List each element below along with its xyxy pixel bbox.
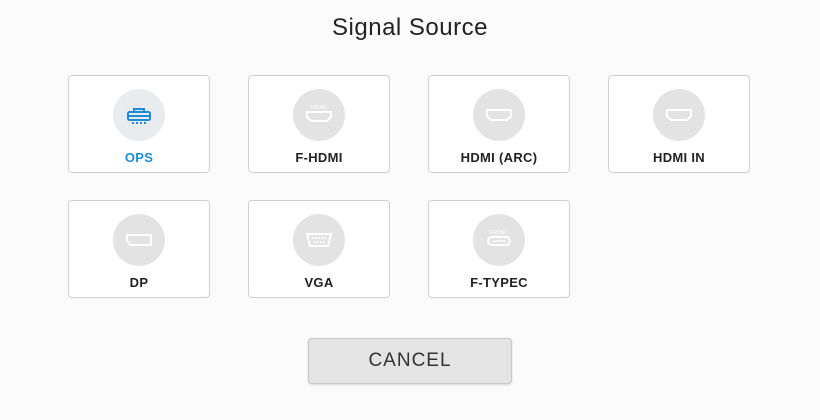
source-tile-hdmi-in[interactable]: HDMI IN xyxy=(608,75,750,173)
source-label: DP xyxy=(129,275,149,290)
source-label: F-TYPEC xyxy=(470,275,528,290)
source-label: F-HDMI xyxy=(295,150,343,165)
cancel-button[interactable]: CANCEL xyxy=(308,338,512,384)
source-label: VGA xyxy=(304,275,334,290)
source-tile-vga[interactable]: VGA xyxy=(248,200,390,298)
source-tile-f-typec[interactable]: FRONT F-TYPEC xyxy=(428,200,570,298)
source-tile-f-hdmi[interactable]: FRONT F-HDMI xyxy=(248,75,390,173)
front-hdmi-icon-text: FRONT xyxy=(310,105,327,111)
front-hdmi-icon: FRONT xyxy=(293,89,345,141)
source-grid: OPS FRONT F-HDMI HDMI (ARC) HDMI IN DP V… xyxy=(68,75,758,300)
hdmi-icon xyxy=(473,89,525,141)
ops-icon xyxy=(113,89,165,141)
front-typec-icon: FRONT xyxy=(473,214,525,266)
displayport-icon xyxy=(113,214,165,266)
source-tile-ops[interactable]: OPS xyxy=(68,75,210,173)
front-typec-icon-text: FRONT xyxy=(490,230,507,236)
source-label: OPS xyxy=(124,150,154,165)
source-tile-dp[interactable]: DP xyxy=(68,200,210,298)
source-tile-hdmi-arc[interactable]: HDMI (ARC) xyxy=(428,75,570,173)
dialog-title: Signal Source xyxy=(332,14,488,41)
source-label: HDMI IN xyxy=(653,150,705,165)
vga-icon xyxy=(293,214,345,266)
signal-source-dialog: Signal Source OPS FRONT F-HDMI HDMI (ARC… xyxy=(0,0,820,420)
hdmi-icon xyxy=(653,89,705,141)
source-label: HDMI (ARC) xyxy=(460,150,538,165)
